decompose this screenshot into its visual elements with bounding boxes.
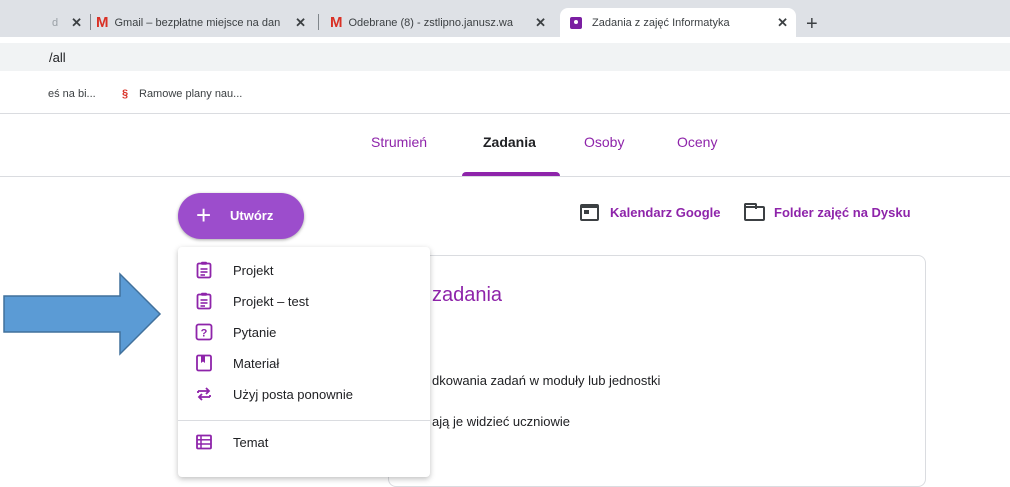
bookmark-item[interactable]: eś na bi... xyxy=(48,88,96,100)
menu-item-topic[interactable]: Temat xyxy=(178,427,430,457)
menu-item-material[interactable]: Materiał xyxy=(178,348,430,378)
card-title: zadania xyxy=(432,284,503,306)
browser-tab-strip: d ✕ M Gmail – bezpłatne miejsce na dan ✕… xyxy=(0,0,1010,37)
menu-item-label: Pytanie xyxy=(233,325,277,340)
tab-grades[interactable]: Oceny xyxy=(677,134,717,150)
tab-title: d xyxy=(52,16,59,29)
tab-gmail[interactable]: M Gmail – bezpłatne miejsce na dan ✕ xyxy=(96,8,314,37)
quiz-assignment-icon xyxy=(196,292,212,310)
gmail-icon: M xyxy=(330,14,343,31)
address-bar: /all xyxy=(0,37,1010,77)
tab-partial[interactable]: d ✕ xyxy=(0,8,90,37)
menu-item-label: Projekt – test xyxy=(233,294,309,309)
classroom-icon xyxy=(570,16,582,29)
close-icon[interactable]: ✕ xyxy=(777,15,788,31)
class-nav: Strumień Zadania Osoby Oceny xyxy=(0,114,1010,177)
menu-item-label: Projekt xyxy=(233,263,274,278)
menu-item-question[interactable]: ? Pytanie xyxy=(178,317,430,347)
tab-title: Zadania z zajęć Informatyka xyxy=(592,16,730,29)
section-icon: § xyxy=(122,88,129,100)
create-button[interactable]: + Utwórz xyxy=(178,193,304,239)
google-calendar-link[interactable]: Kalendarz Google xyxy=(610,205,721,220)
menu-item-reuse-post[interactable]: Użyj posta ponownie xyxy=(178,379,430,409)
close-icon[interactable]: ✕ xyxy=(531,15,546,31)
question-icon: ? xyxy=(195,323,213,341)
pointer-arrow xyxy=(3,272,162,356)
folder-icon[interactable] xyxy=(744,203,765,221)
bookmarks-bar: eś na bi... § Ramowe plany nau... xyxy=(0,77,1010,114)
url-field[interactable] xyxy=(0,43,1010,71)
create-button-label: Utwórz xyxy=(230,208,274,223)
plus-icon: + xyxy=(196,200,212,230)
bookmark-item[interactable]: Ramowe plany nau... xyxy=(139,88,242,100)
reuse-icon xyxy=(197,387,211,401)
menu-item-quiz-assignment[interactable]: Projekt – test xyxy=(178,286,430,316)
close-icon[interactable]: ✕ xyxy=(291,15,306,31)
tab-title: Gmail – bezpłatne miejsce na dan xyxy=(114,16,281,29)
tab-divider xyxy=(318,14,319,30)
tab-classroom[interactable]: Zadania z zajęć Informatyka ✕ xyxy=(560,8,796,37)
tab-title: Odebrane (8) - zstlipno.janusz.wa xyxy=(348,16,513,29)
card-text: dkowania zadań w moduły lub jednostki xyxy=(432,373,661,388)
new-tab-button[interactable]: + xyxy=(806,13,818,36)
material-icon xyxy=(196,354,212,372)
menu-item-assignment[interactable]: Projekt xyxy=(178,255,430,285)
menu-divider xyxy=(178,420,430,421)
create-menu: Projekt Projekt – test ? Pytanie Materia… xyxy=(178,247,430,477)
menu-item-label: Użyj posta ponownie xyxy=(233,387,353,402)
assignment-icon xyxy=(196,261,212,279)
tab-people[interactable]: Osoby xyxy=(584,134,624,150)
tab-divider xyxy=(90,14,91,30)
topic-icon xyxy=(196,434,212,450)
active-tab-indicator xyxy=(462,172,560,176)
calendar-icon[interactable] xyxy=(580,204,599,221)
drive-folder-link[interactable]: Folder zajęć na Dysku xyxy=(774,205,911,220)
tab-inbox[interactable]: M Odebrane (8) - zstlipno.janusz.wa ✕ xyxy=(330,8,554,37)
close-icon[interactable]: ✕ xyxy=(71,15,82,31)
gmail-icon: M xyxy=(96,14,109,31)
menu-item-label: Temat xyxy=(233,435,269,450)
menu-item-label: Materiał xyxy=(233,356,280,371)
tab-stream[interactable]: Strumień xyxy=(371,134,427,150)
svg-text:?: ? xyxy=(201,328,208,340)
tab-classwork[interactable]: Zadania xyxy=(483,134,536,150)
url-text[interactable]: /all xyxy=(49,50,66,65)
card-text: ają je widzieć uczniowie xyxy=(432,414,571,429)
